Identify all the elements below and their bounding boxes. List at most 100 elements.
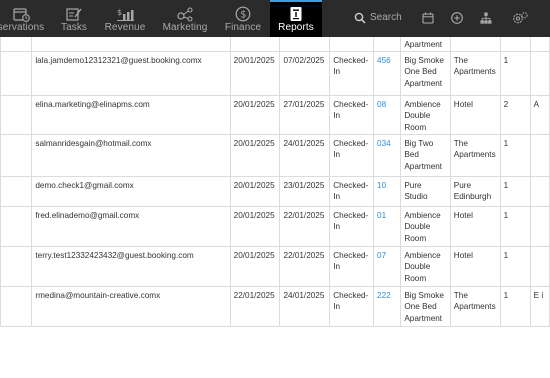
- departure-date-cell: 27/01/2025: [279, 94, 331, 135]
- calendar-icon[interactable]: [421, 11, 435, 25]
- svg-text:$: $: [117, 8, 122, 17]
- nav-reports-label: Reports: [278, 22, 314, 33]
- search-icon: [354, 12, 366, 24]
- departure-date-cell: 23/01/2025: [279, 175, 331, 207]
- arrival-date-cell: 20/01/2025: [229, 94, 281, 135]
- guests-cell: 1: [499, 285, 531, 327]
- settings-icon[interactable]: [512, 11, 529, 25]
- nav-tasks[interactable]: Tasks: [54, 0, 94, 37]
- network-share-icon: [177, 7, 193, 22]
- status-cell: Checked-In: [329, 285, 375, 327]
- table-row[interactable]: rmedina@mountain-creative.comx 22/01/202…: [0, 285, 550, 327]
- extra-cell: [529, 175, 550, 207]
- property-cell: Hotel: [449, 94, 501, 135]
- room-number-link[interactable]: 034: [373, 133, 402, 177]
- reports-table-container: Apartment lala.jamdemo12312321@guest.boo…: [0, 37, 550, 327]
- guests-cell: 1: [499, 205, 531, 247]
- guests-cell: 1: [499, 175, 531, 207]
- email-cell: fred.elinademo@gmail.comx: [31, 205, 231, 247]
- top-nav-bar: servations Tasks $ Revenue Marketing $ F…: [0, 0, 550, 37]
- nav-finance-label: Finance: [224, 22, 262, 33]
- room-type-cell: Big Smoke One Bed Apartment: [400, 285, 451, 327]
- dollar-circle-icon: $: [235, 6, 251, 22]
- nav-revenue-label: Revenue: [104, 22, 146, 33]
- room-number-link[interactable]: 222: [373, 285, 402, 327]
- email-cell: salmanridesgain@hotmail.comx: [31, 133, 231, 177]
- extra-cell: [529, 133, 550, 177]
- property-cell: The Apartments: [449, 285, 501, 327]
- clipboard-pen-icon: [66, 8, 82, 21]
- departure-date-cell: 24/01/2025: [279, 133, 331, 177]
- status-cell: Checked-In: [329, 50, 375, 96]
- extra-cell: E i: [529, 285, 550, 327]
- table-row[interactable]: demo.check1@gmail.comx 20/01/2025 23/01/…: [0, 175, 550, 207]
- status-cell: Checked-In: [329, 205, 375, 247]
- email-cell: terry.test12332423432@guest.booking.com: [31, 245, 231, 287]
- table-row[interactable]: salmanridesgain@hotmail.comx 20/01/2025 …: [0, 133, 550, 177]
- status-cell: Checked-In: [329, 245, 375, 287]
- nav-tasks-label: Tasks: [60, 22, 88, 33]
- email-cell: demo.check1@gmail.comx: [31, 175, 231, 207]
- room-number-link[interactable]: 01: [373, 205, 402, 247]
- status-cell: Checked-In: [329, 94, 375, 135]
- departure-date-cell: 07/02/2025: [279, 50, 331, 96]
- arrival-date-cell: 20/01/2025: [229, 50, 281, 96]
- departure-date-cell: 22/01/2025: [279, 205, 331, 247]
- email-cell: rmedina@mountain-creative.comx: [31, 285, 231, 327]
- search-label: Search: [370, 12, 402, 23]
- room-type-cell: Ambience Double Room: [400, 205, 451, 247]
- guests-cell: 2: [499, 94, 531, 135]
- nav-revenue[interactable]: $ Revenue: [100, 0, 150, 37]
- room-type-cell: Big Two Bed Apartment: [400, 133, 451, 177]
- room-type-cell: Pure Studio: [400, 175, 451, 207]
- email-cell: elina.marketing@elinapms.com: [31, 94, 231, 135]
- room-number-link[interactable]: 456: [373, 50, 402, 96]
- email-cell: lala.jamdemo12312321@guest.booking.comx: [31, 50, 231, 96]
- property-cell: Pure Edinburgh: [449, 175, 501, 207]
- room-type-cell: Apartment: [400, 37, 451, 52]
- svg-text:$: $: [240, 10, 246, 21]
- property-cell: Hotel: [449, 245, 501, 287]
- nav-finance[interactable]: $ Finance: [220, 0, 266, 37]
- reports-table: Apartment lala.jamdemo12312321@guest.boo…: [0, 37, 550, 327]
- calendar-icon: [13, 8, 30, 22]
- table-row[interactable]: terry.test12332423432@guest.booking.com …: [0, 245, 550, 287]
- room-type-cell: Big Smoke One Bed Apartment: [400, 50, 451, 96]
- nav-reports[interactable]: Reports: [270, 0, 322, 37]
- room-number-link[interactable]: 07: [373, 245, 402, 287]
- arrival-date-cell: 22/01/2025: [229, 285, 281, 327]
- arrival-date-cell: 20/01/2025: [229, 205, 281, 247]
- table-row[interactable]: fred.elinademo@gmail.comx 20/01/2025 22/…: [0, 205, 550, 247]
- property-cell: The Apartments: [449, 133, 501, 177]
- property-cell: Hotel: [449, 205, 501, 247]
- extra-cell: [529, 245, 550, 287]
- report-icon: [290, 7, 302, 21]
- guests-cell: 1: [499, 50, 531, 96]
- room-number-link[interactable]: 08: [373, 94, 402, 135]
- extra-cell: [529, 205, 550, 247]
- room-number-link[interactable]: 10: [373, 175, 402, 207]
- nav-reservations[interactable]: servations: [0, 0, 50, 37]
- guests-cell: 1: [499, 245, 531, 287]
- nav-reservations-label: servations: [0, 22, 45, 33]
- table-row[interactable]: elina.marketing@elinapms.com 20/01/2025 …: [0, 94, 550, 135]
- arrival-date-cell: 20/01/2025: [229, 245, 281, 287]
- guests-cell: 1: [499, 133, 531, 177]
- table-row[interactable]: Apartment: [0, 37, 550, 52]
- departure-date-cell: 22/01/2025: [279, 245, 331, 287]
- arrival-date-cell: 20/01/2025: [229, 133, 281, 177]
- room-type-cell: Ambience Double Room: [400, 245, 451, 287]
- room-type-cell: Ambience Double Room: [400, 94, 451, 135]
- nav-marketing[interactable]: Marketing: [158, 0, 212, 37]
- nav-marketing-label: Marketing: [162, 22, 208, 33]
- bar-chart-dollar-icon: $: [117, 8, 134, 21]
- departure-date-cell: 24/01/2025: [279, 285, 331, 327]
- arrival-date-cell: 20/01/2025: [229, 175, 281, 207]
- status-cell: Checked-In: [329, 175, 375, 207]
- table-row[interactable]: lala.jamdemo12312321@guest.booking.comx …: [0, 50, 550, 96]
- extra-cell: A: [529, 94, 550, 135]
- status-cell: Checked-In: [329, 133, 375, 177]
- plus-circle-icon[interactable]: [450, 11, 464, 25]
- org-chart-icon[interactable]: [479, 11, 493, 25]
- extra-cell: [529, 50, 550, 96]
